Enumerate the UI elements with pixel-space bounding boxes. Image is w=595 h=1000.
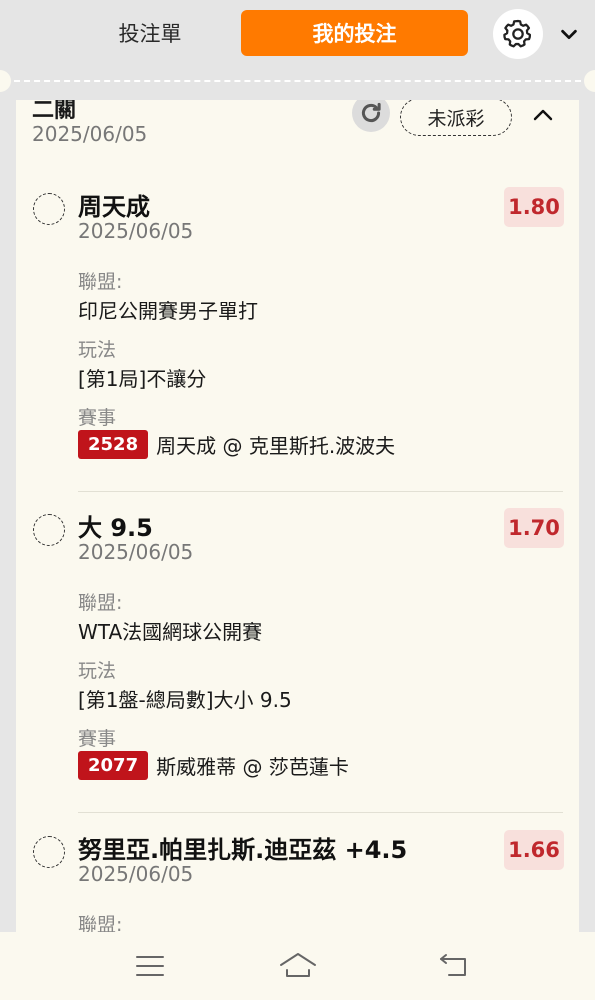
chevron-up-icon	[533, 109, 553, 121]
bet-panel: 二關 2025/06/05 未派彩 周天成 1.80 2025/06/05 聯盟…	[16, 100, 579, 932]
event-row: 2528 周天成 @ 克里斯托.波波夫	[78, 430, 395, 459]
event-name: 斯威雅蒂 @ 莎芭蓮卡	[156, 755, 349, 779]
menu-icon	[136, 956, 164, 976]
dropdown-button[interactable]	[552, 17, 586, 51]
status-badge: 未派彩	[400, 100, 512, 136]
refresh-button[interactable]	[352, 100, 390, 132]
league-label: 聯盟:	[78, 271, 123, 293]
bet-item: 大 9.5 1.70 2025/06/05 聯盟: WTA法國網球公開賽 玩法 …	[16, 506, 579, 826]
gear-icon	[503, 19, 532, 48]
top-bar: 投注單 我的投注	[0, 0, 595, 68]
ticket-edge	[0, 68, 595, 100]
parlay-date: 2025/06/05	[32, 122, 148, 146]
event-id-badge: 2528	[78, 430, 149, 459]
market-value: [第1局]不讓分	[78, 367, 207, 391]
collapse-button[interactable]	[526, 100, 560, 132]
parlay-header: 二關 2025/06/05 未派彩	[16, 100, 579, 160]
tab-bet-slip[interactable]: 投注單	[60, 10, 240, 56]
bet-selection: 努里亞.帕里扎斯.迪亞茲 +4.5	[78, 836, 408, 864]
bet-selection: 周天成	[78, 193, 150, 221]
home-icon	[280, 953, 316, 977]
event-name: 周天成 @ 克里斯托.波波夫	[156, 434, 396, 458]
back-button[interactable]	[434, 946, 474, 986]
select-radio[interactable]	[33, 836, 65, 868]
league-label: 聯盟:	[78, 914, 123, 932]
bet-date: 2025/06/05	[78, 862, 194, 886]
event-id-badge: 2077	[78, 751, 149, 780]
system-nav-bar	[0, 932, 595, 1000]
market-label: 玩法	[78, 660, 117, 682]
odds-badge: 1.66	[504, 830, 564, 870]
bet-divider	[78, 491, 563, 492]
bet-selection: 大 9.5	[78, 514, 153, 542]
settings-button[interactable]	[493, 9, 543, 59]
bet-item: 周天成 1.80 2025/06/05 聯盟: 印尼公開賽男子單打 玩法 [第1…	[16, 185, 579, 505]
market-value: [第1盤-總局數]大小 9.5	[78, 688, 292, 712]
ticket-notch-right	[584, 70, 595, 92]
odds-badge: 1.80	[504, 187, 564, 227]
event-row: 2077 斯威雅蒂 @ 莎芭蓮卡	[78, 751, 349, 780]
bet-date: 2025/06/05	[78, 540, 194, 564]
refresh-icon	[361, 102, 381, 123]
bet-item: 努里亞.帕里扎斯.迪亞茲 +4.5 1.66 2025/06/05 聯盟:	[16, 828, 579, 932]
select-radio[interactable]	[33, 193, 65, 225]
home-button[interactable]	[278, 946, 318, 986]
league-value: 印尼公開賽男子單打	[78, 299, 258, 323]
event-label: 賽事	[78, 407, 117, 429]
event-label: 賽事	[78, 728, 117, 750]
dashed-divider	[14, 80, 581, 82]
parlay-title: 二關	[32, 100, 77, 123]
chevron-down-icon	[561, 29, 577, 40]
bet-date: 2025/06/05	[78, 219, 194, 243]
menu-button[interactable]	[130, 946, 170, 986]
bet-divider	[78, 812, 563, 813]
back-icon	[440, 954, 466, 976]
league-label: 聯盟:	[78, 592, 123, 614]
league-value: WTA法國網球公開賽	[78, 620, 263, 644]
select-radio[interactable]	[33, 514, 65, 546]
ticket-notch-left	[0, 70, 11, 92]
odds-badge: 1.70	[504, 508, 564, 548]
market-label: 玩法	[78, 339, 117, 361]
tab-my-bets[interactable]: 我的投注	[241, 10, 468, 56]
